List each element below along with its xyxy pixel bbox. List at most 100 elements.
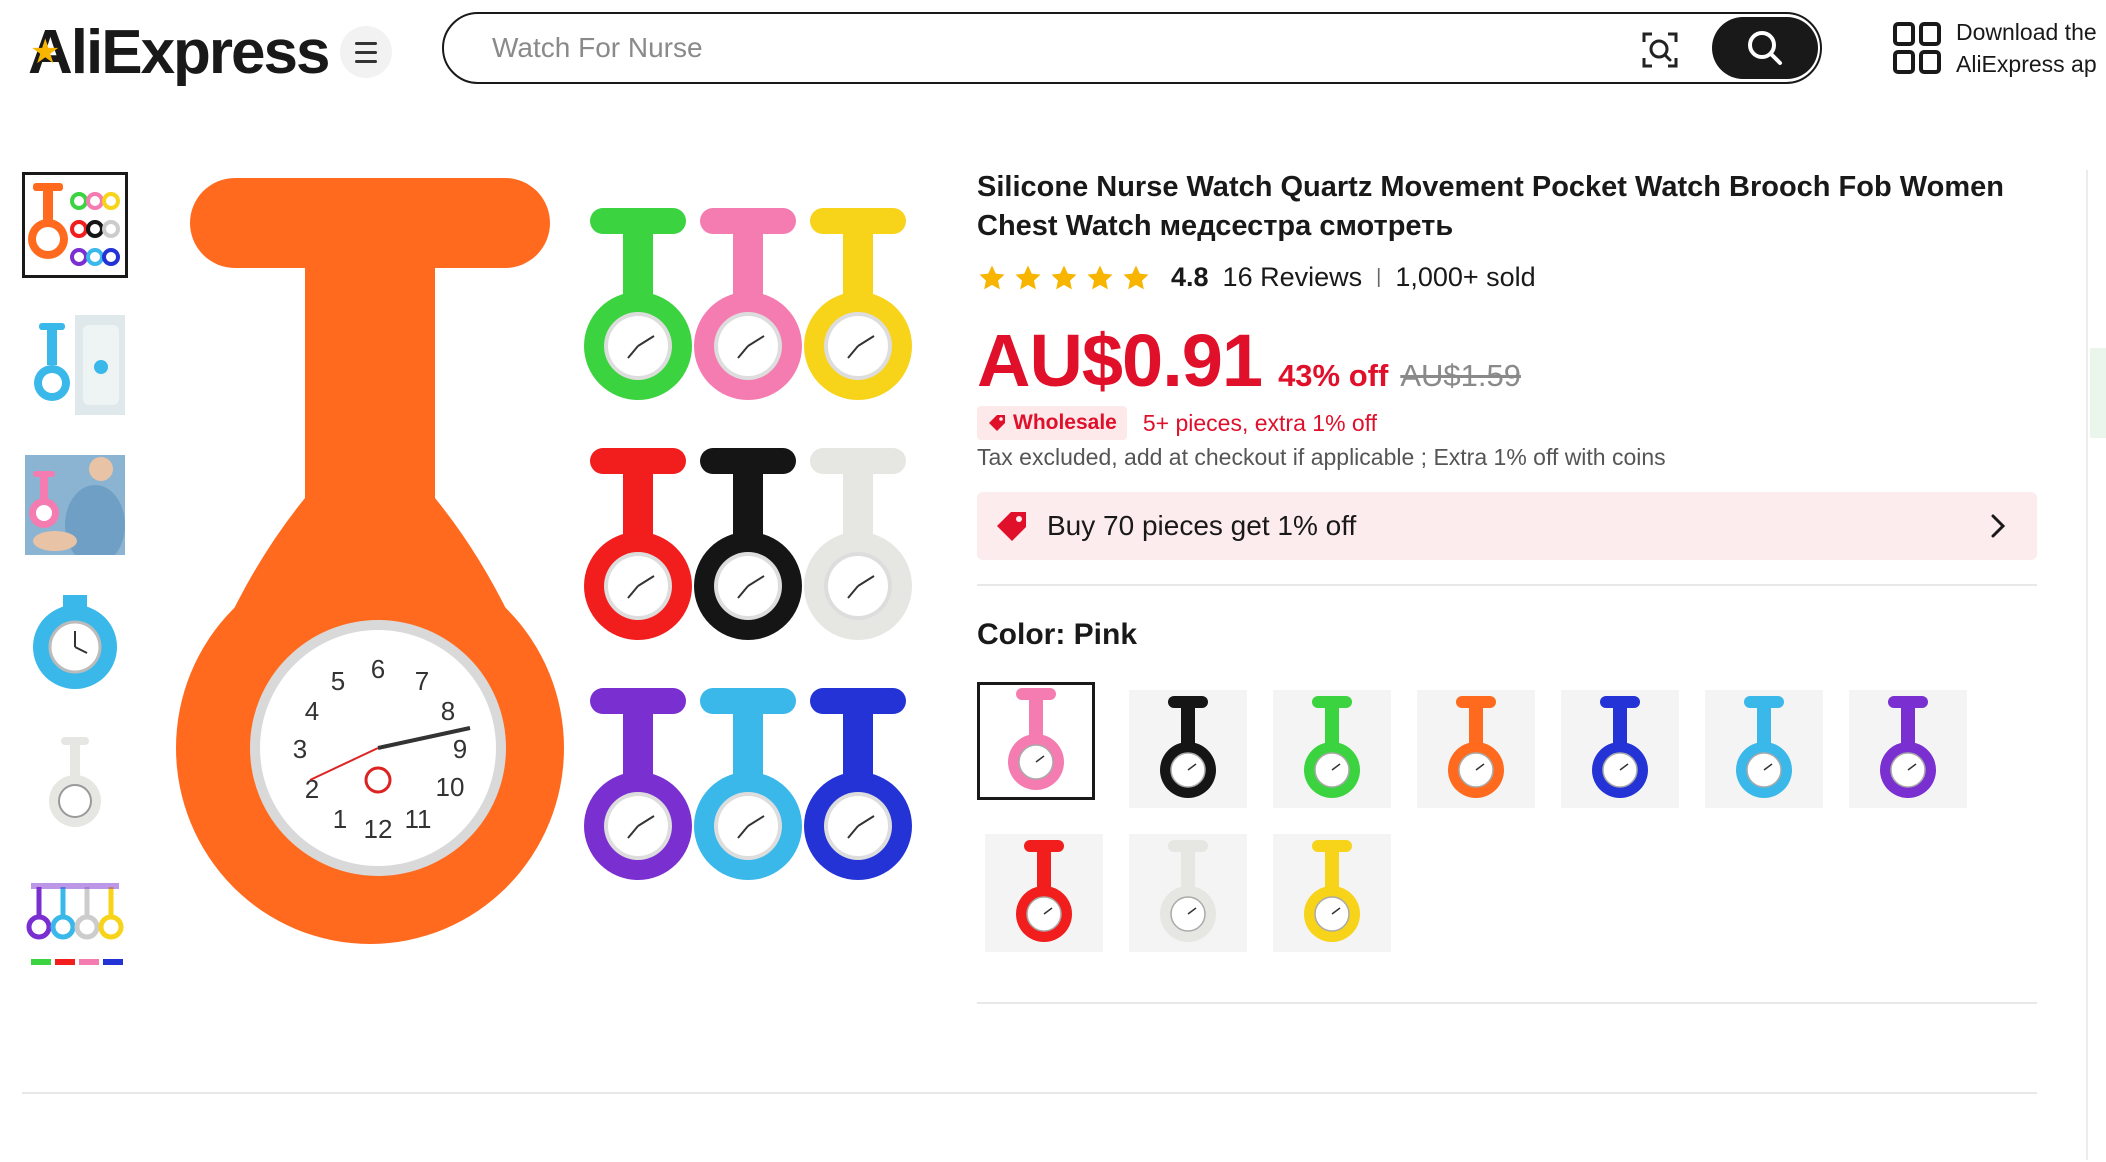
color-swatch-pink[interactable] [977,682,1095,800]
sold-count: 1,000+ sold [1395,262,1536,292]
watch-purple-image [1880,696,1936,798]
small-watch-purple [584,688,692,880]
svg-text:8: 8 [441,696,455,726]
separator: | [1376,266,1382,288]
color-swatch-black[interactable] [1129,690,1247,808]
watch-yellow-image [1304,840,1360,942]
pink-watch-worn-image [25,455,125,555]
logo-star-icon: ★ [30,33,61,71]
logo-text: AliExpress [28,17,331,87]
svg-text:3: 3 [293,734,307,764]
thumb-multi-watches[interactable] [22,172,128,278]
star-icon [1087,265,1113,289]
star-rating [977,263,1157,293]
reviews-link[interactable]: 16 Reviews [1223,262,1363,293]
star-icon [1051,265,1077,289]
svg-text:7: 7 [415,666,429,696]
search-button[interactable] [1712,17,1818,79]
wholesale-text: 5+ pieces, extra 1% off [1142,409,1378,436]
coupon-tag-icon [997,512,1026,541]
small-watch-green [584,208,692,400]
thumb-white-watch[interactable] [22,732,128,838]
thumb-blue-watch[interactable] [22,592,128,698]
watch-orange-image [1448,696,1504,798]
color-swatch-sky-blue[interactable] [1705,690,1823,808]
color-swatch-yellow[interactable] [1273,834,1391,952]
white-watch-image [49,737,101,827]
watch-blue-image [1592,696,1648,798]
thumbnail-list [22,172,128,1012]
watch-sky-blue-image [1736,696,1792,798]
star-icon [1015,265,1041,289]
search-bar [442,12,1822,84]
download-app-link[interactable]: Download the AliExpress ap [1892,16,2097,80]
chevron-right-icon [1991,514,2006,538]
small-watch-yellow [804,208,912,400]
tag-icon [989,415,1005,431]
current-price: AU$0.91 [977,319,1263,402]
small-watch-red [584,448,692,640]
tax-note: Tax excluded, add at checkout if applica… [977,444,1666,470]
color-swatch-green[interactable] [1273,690,1391,808]
rating-score: 4.8 [1171,262,1209,292]
thumb-blue-watch-worn[interactable] [22,312,128,418]
price-row: AU$0.91 43% off AU$1.59 [977,318,1521,403]
watch-collage-image [28,183,120,266]
blue-watch-worn-image [34,315,125,415]
search-icon [1748,31,1782,65]
divider [977,1002,2037,1004]
download-line2: AliExpress ap [1956,51,2097,77]
menu-button[interactable] [340,26,392,78]
svg-text:9: 9 [453,734,467,764]
blue-watch-image [33,595,117,689]
rating-row: 4.8 16 Reviews | 1,000+ sold [977,262,1536,293]
svg-text:10: 10 [436,772,465,802]
watch-black-image [1160,696,1216,798]
watch-red-image [1016,840,1072,942]
main-product-image[interactable]: 612 39 57 48 2 10 1 11 [160,168,920,948]
svg-text:4: 4 [305,696,319,726]
small-watch-blue [804,688,912,880]
divider [977,584,2037,586]
download-line1: Download the [1956,19,2097,45]
image-search-icon[interactable] [1640,30,1680,70]
star-icon [1123,265,1149,289]
qr-code-icon [1893,22,1941,74]
watch-pink-image [1008,688,1064,790]
star-icon [979,265,1005,289]
promo-text: Buy 70 pieces get 1% off [1047,510,1357,541]
watch-row-image [26,883,124,965]
product-page: ★ AliExpress Download the [0,0,2106,1162]
small-watch-sky-blue [694,688,802,880]
svg-text:1: 1 [333,804,347,834]
search-input[interactable] [492,32,1592,64]
product-title: Silicone Nurse Watch Quartz Movement Poc… [977,171,2004,242]
svg-text:5: 5 [331,666,345,696]
wholesale-badge-label: Wholesale [1013,411,1117,434]
color-label: Color: Pink [977,618,1138,651]
aliexpress-logo[interactable]: ★ AliExpress [28,12,331,92]
wholesale-row: Wholesale 5+ pieces, extra 1% off [977,406,1377,440]
bulk-promo-banner[interactable]: Buy 70 pieces get 1% off [977,492,2037,560]
color-swatch-blue[interactable] [1561,690,1679,808]
svg-text:12: 12 [364,814,393,844]
small-watch-white [804,448,912,640]
original-price: AU$1.59 [1400,358,1521,393]
side-panel-edge [2086,170,2106,1160]
thumb-pink-watch-worn[interactable] [22,452,128,558]
color-swatch-red[interactable] [985,834,1103,952]
thumb-watch-row[interactable] [22,872,128,978]
color-swatch-purple[interactable] [1849,690,1967,808]
small-watch-black [694,448,802,640]
watch-green-image [1304,696,1360,798]
section-divider [22,1092,2037,1094]
small-watch-pink [694,208,802,400]
watch-white-image [1160,840,1216,942]
svg-text:6: 6 [371,654,385,684]
hamburger-icon [355,39,377,66]
color-swatch-white[interactable] [1129,834,1247,952]
wholesale-badge: Wholesale [977,406,1127,440]
discount-label: 43% off [1278,358,1389,393]
svg-text:11: 11 [405,804,432,834]
color-swatch-orange[interactable] [1417,690,1535,808]
